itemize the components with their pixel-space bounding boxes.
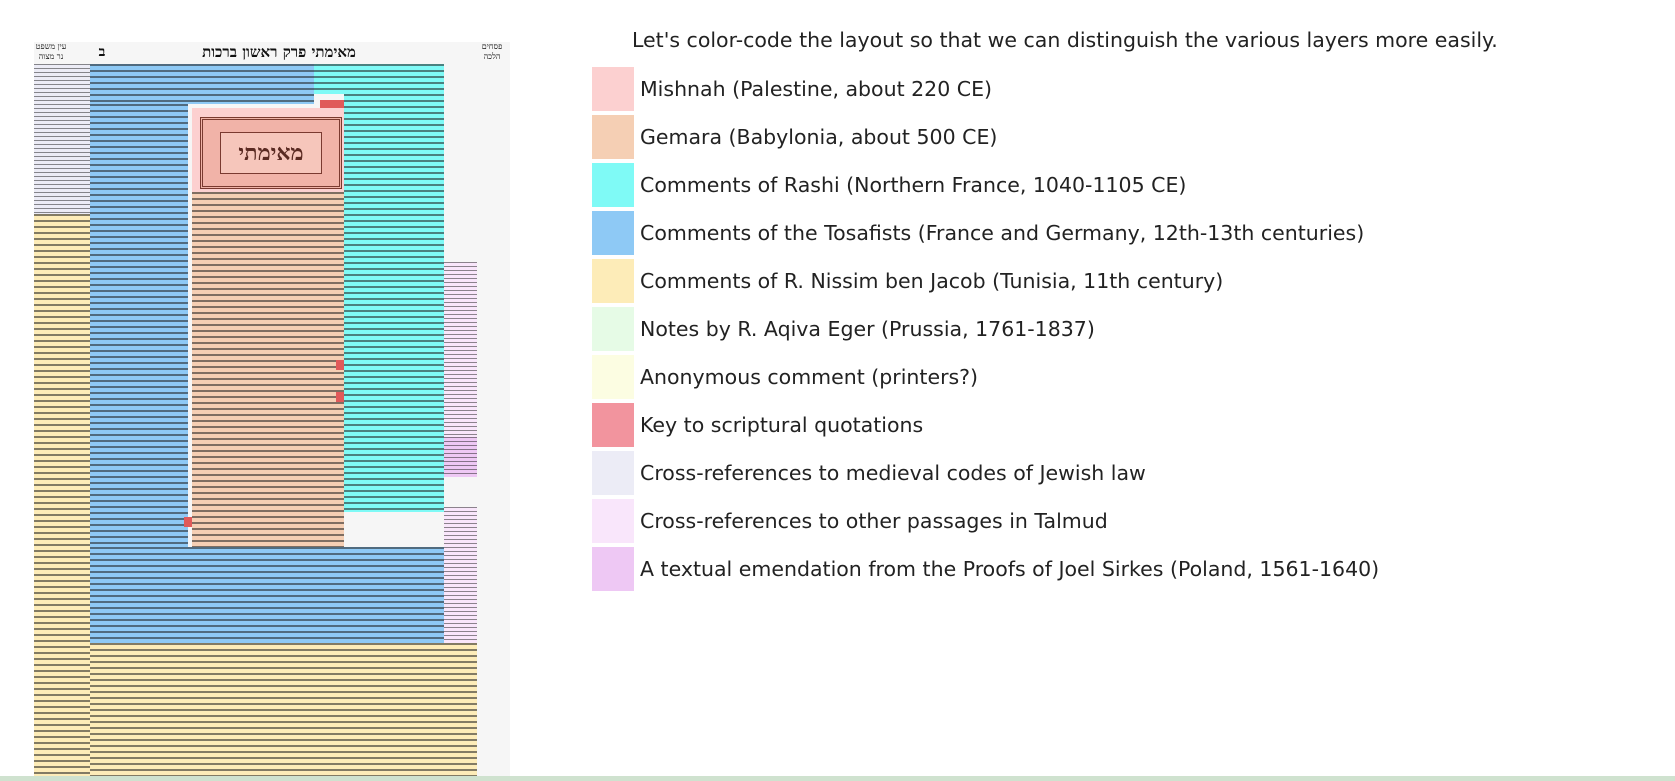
- legend-item: Key to scriptural quotations: [592, 403, 923, 447]
- zone-rashi: [344, 94, 444, 512]
- zone-nissim-bottom: [90, 643, 477, 777]
- title-cartouche: מאימתי: [200, 117, 342, 189]
- header-right-note: עין משפט נר מצוה: [35, 42, 67, 61]
- legend-label: Comments of the Tosafists (France and Ge…: [640, 221, 1365, 245]
- scripture-key-4: [184, 517, 192, 527]
- zone-tosafists-top: [90, 64, 314, 104]
- legend-item: Comments of R. Nissim ben Jacob (Tunisia…: [592, 259, 1223, 303]
- legend-item: Anonymous comment (printers?): [592, 355, 978, 399]
- zone-sirkes-emendation: [444, 437, 477, 477]
- legend-label: Comments of R. Nissim ben Jacob (Tunisia…: [640, 269, 1224, 293]
- legend-item: Mishnah (Palestine, about 220 CE): [592, 67, 992, 111]
- legend-swatch: [592, 307, 634, 351]
- legend-item: A textual emendation from the Proofs of …: [592, 547, 1379, 591]
- legend-item: Cross-references to medieval codes of Je…: [592, 451, 1146, 495]
- legend-label: Mishnah (Palestine, about 220 CE): [640, 77, 993, 101]
- legend-item: Comments of Rashi (Northern France, 1040…: [592, 163, 1186, 207]
- zone-medieval-codes: [34, 64, 90, 214]
- zone-talmud-crossrefs: [444, 262, 477, 462]
- legend-swatch: [592, 547, 634, 591]
- zone-tosafists: [90, 104, 188, 574]
- legend-swatch: [592, 67, 634, 111]
- talmud-page-image: עין משפט נר מצוה מאימתי פרק ראשון ברכות …: [34, 42, 510, 777]
- page-header-title: מאימתי פרק ראשון ברכות: [202, 43, 356, 61]
- legend-swatch: [592, 403, 634, 447]
- zone-rashi-top: [314, 64, 444, 94]
- title-word: מאימתי: [220, 132, 322, 174]
- zone-gemara: [192, 192, 344, 547]
- legend-item: Notes by R. Aqiva Eger (Prussia, 1761-18…: [592, 307, 1095, 351]
- legend-swatch: [592, 211, 634, 255]
- legend-swatch: [592, 115, 634, 159]
- legend-label: Cross-references to medieval codes of Je…: [640, 461, 1146, 485]
- legend-label: A textual emendation from the Proofs of …: [640, 557, 1380, 581]
- scripture-key-1: [320, 100, 344, 108]
- legend-label: Gemara (Babylonia, about 500 CE): [640, 125, 998, 149]
- legend-swatch: [592, 259, 634, 303]
- legend-swatch: [592, 451, 634, 495]
- legend-label: Notes by R. Aqiva Eger (Prussia, 1761-18…: [640, 317, 1095, 341]
- legend-label: Anonymous comment (printers?): [640, 365, 979, 389]
- header-left-note: פסחים הלכה: [481, 42, 503, 61]
- legend-item: Comments of the Tosafists (France and Ge…: [592, 211, 1364, 255]
- scripture-key-2: [336, 360, 344, 370]
- zone-tosafists-bottom: [90, 547, 444, 643]
- legend-swatch: [592, 163, 634, 207]
- bottom-edge: [0, 776, 1675, 781]
- intro-text: Let's color-code the layout so that we c…: [632, 28, 1498, 52]
- legend-item: Gemara (Babylonia, about 500 CE): [592, 115, 997, 159]
- zone-talmud-crossrefs-lower: [444, 507, 477, 647]
- legend-label: Key to scriptural quotations: [640, 413, 924, 437]
- legend-label: Comments of Rashi (Northern France, 1040…: [640, 173, 1187, 197]
- zone-nissim: [34, 214, 90, 777]
- scripture-key-3: [336, 392, 344, 402]
- page-header-letter: ב: [98, 44, 106, 60]
- legend-item: Cross-references to other passages in Ta…: [592, 499, 1108, 543]
- legend-swatch: [592, 355, 634, 399]
- legend-label: Cross-references to other passages in Ta…: [640, 509, 1108, 533]
- legend-swatch: [592, 499, 634, 543]
